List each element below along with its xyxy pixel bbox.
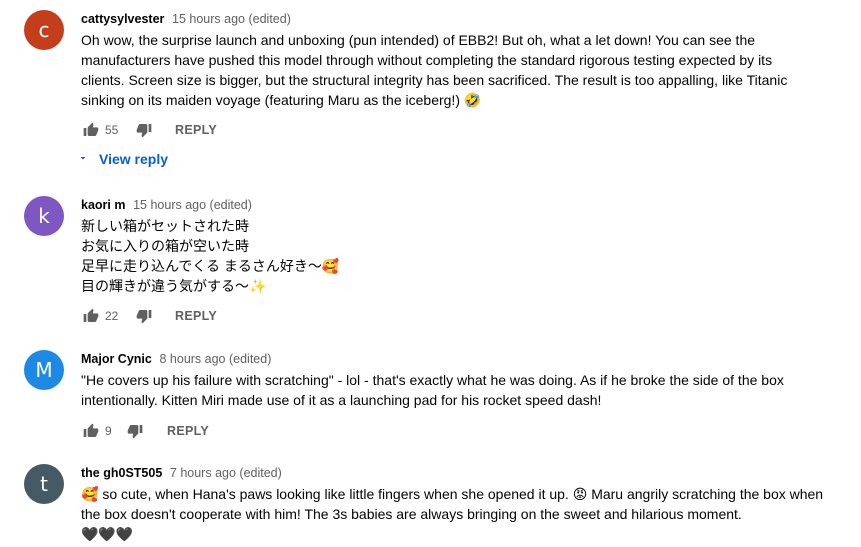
thumbs-down-icon[interactable] xyxy=(123,419,147,443)
comment-actions: 22 REPLY xyxy=(79,304,479,328)
comment-header: kaori m 15 hours ago (edited) xyxy=(81,196,252,214)
comment-header: Major Cynic 8 hours ago (edited) xyxy=(81,350,271,368)
avatar[interactable]: k xyxy=(24,196,64,236)
comment-text: "He covers up his failure with scratchin… xyxy=(81,370,841,410)
reply-button[interactable]: REPLY xyxy=(175,304,217,328)
reply-button[interactable]: REPLY xyxy=(175,118,217,142)
avatar[interactable]: M xyxy=(24,350,64,390)
thumbs-up-icon[interactable] xyxy=(79,118,103,142)
view-replies-label: View reply xyxy=(99,151,169,167)
comment-timestamp[interactable]: 8 hours ago (edited) xyxy=(159,352,271,366)
comment-actions: 9 REPLY xyxy=(79,419,479,443)
chevron-down-icon xyxy=(77,151,89,167)
comment-line: manufacturers have pushed this model thr… xyxy=(81,52,773,68)
comment-line: 🖤🖤🖤 xyxy=(81,526,134,542)
author-name[interactable]: cattysylvester xyxy=(81,12,164,26)
comment-text: 🥰 so cute, when Hana's paws looking like… xyxy=(81,484,841,544)
thumbs-down-icon[interactable] xyxy=(132,118,156,142)
comment-line: sinking on its maiden voyage (featuring … xyxy=(81,92,482,108)
comment-line: 足早に走り込んでくる まるさん好き〜🥰 xyxy=(81,258,340,274)
comment-actions: 55 REPLY xyxy=(79,118,479,142)
author-name[interactable]: the gh0ST505 xyxy=(81,466,162,480)
comment-line: "He covers up his failure with scratchin… xyxy=(81,372,784,388)
like-count: 55 xyxy=(105,123,119,137)
like-count: 9 xyxy=(105,424,112,438)
author-name[interactable]: Major Cynic xyxy=(81,352,152,366)
comment-line: the box doesn't cooperate with him! The … xyxy=(81,506,742,522)
thumbs-up-icon[interactable] xyxy=(79,419,103,443)
comment-header: the gh0ST505 7 hours ago (edited) xyxy=(81,464,282,482)
thumbs-down-icon[interactable] xyxy=(132,304,156,328)
comment-timestamp[interactable]: 15 hours ago (edited) xyxy=(172,12,291,26)
comment-timestamp[interactable]: 7 hours ago (edited) xyxy=(170,466,282,480)
comment-line: clients. Screen size is bigger, but the … xyxy=(81,72,788,88)
comment-text: Oh wow, the surprise launch and unboxing… xyxy=(81,30,841,110)
reply-button[interactable]: REPLY xyxy=(167,419,209,443)
comment-line: 目の輝きが違う気がする〜✨ xyxy=(81,278,267,294)
comment-header: cattysylvester 15 hours ago (edited) xyxy=(81,10,291,28)
avatar[interactable]: t xyxy=(24,464,64,504)
comment-line: intentionally. Kitten Miri made use of i… xyxy=(81,392,602,408)
comment-line: 🥰 so cute, when Hana's paws looking like… xyxy=(81,486,824,502)
view-replies-button[interactable]: View reply xyxy=(77,147,168,171)
thumbs-up-icon[interactable] xyxy=(79,304,103,328)
comment-timestamp[interactable]: 15 hours ago (edited) xyxy=(133,198,252,212)
comment-line: Oh wow, the surprise launch and unboxing… xyxy=(81,32,756,48)
comment-text: 新しい箱がセットされた時 お気に入りの箱が空いた時 足早に走り込んでくる まるさ… xyxy=(81,216,841,296)
comment-line: お気に入りの箱が空いた時 xyxy=(81,238,249,254)
like-count: 22 xyxy=(105,309,119,323)
author-name[interactable]: kaori m xyxy=(81,198,125,212)
avatar[interactable]: c xyxy=(24,10,64,50)
comment-line: 新しい箱がセットされた時 xyxy=(81,218,249,234)
